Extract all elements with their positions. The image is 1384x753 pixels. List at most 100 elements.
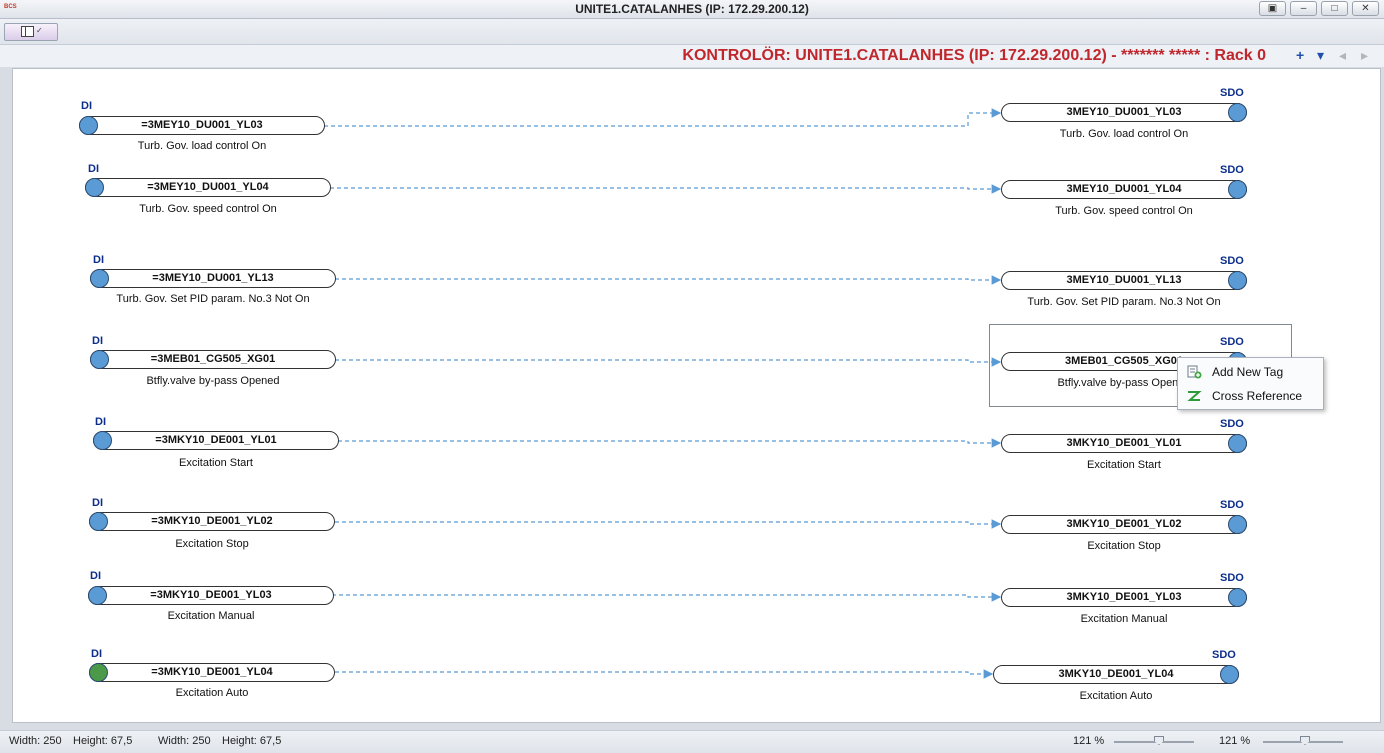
di-description: Turb. Gov. load control On xyxy=(137,140,267,152)
height-status: Height: 67,5 xyxy=(222,735,282,747)
sdo-label: SDO xyxy=(1220,164,1244,176)
di-label: DI xyxy=(88,163,99,175)
di-label: DI xyxy=(81,100,92,112)
sdo-description: Excitation Auto xyxy=(1079,690,1153,702)
di-description: Turb. Gov. Set PID param. No.3 Not On xyxy=(116,293,310,305)
di-description: Excitation Stop xyxy=(175,538,249,550)
title-bar: BCS UNITE1.CATALANHES (IP: 172.29.200.12… xyxy=(0,0,1384,19)
sdo-description: Turb. Gov. speed control On xyxy=(1055,205,1193,217)
diagram-canvas[interactable]: DI =3MEY10_DU001_YL03 Turb. Gov. load co… xyxy=(12,68,1381,723)
di-block[interactable]: =3MKY10_DE001_YL02 xyxy=(89,512,335,531)
di-tag: =3MEB01_CG505_XG01 xyxy=(150,353,276,365)
wire-8 xyxy=(335,669,994,679)
sdo-description: Excitation Manual xyxy=(1080,613,1168,625)
add-icon[interactable]: + xyxy=(1296,47,1304,63)
maximize-button[interactable]: □ xyxy=(1321,1,1348,16)
sdo-label: SDO xyxy=(1220,255,1244,267)
zoom-level: 121 % xyxy=(1219,735,1251,747)
cross-reference-label: Cross Reference xyxy=(1212,389,1303,403)
zoom-slider[interactable] xyxy=(1263,736,1343,745)
sdo-tag: 3MKY10_DE001_YL02 xyxy=(1066,518,1182,530)
sdo-label: SDO xyxy=(1220,418,1244,430)
cross-reference-icon xyxy=(1187,391,1202,401)
di-label: DI xyxy=(93,254,104,266)
cross-reference-menu-item[interactable]: Cross Reference xyxy=(1180,385,1322,407)
di-description: Excitation Auto xyxy=(175,687,249,699)
add-new-tag-label: Add New Tag xyxy=(1212,365,1284,379)
sdo-tag: 3MEY10_DU001_YL03 xyxy=(1066,106,1182,118)
dropdown-icon[interactable]: ▾ xyxy=(1317,47,1324,64)
context-menu: Add New Tag Cross Reference xyxy=(1177,357,1324,410)
controller-title: KONTROLÖR: UNITE1.CATALANHES (IP: 172.29… xyxy=(682,47,1266,64)
width-status: Width: 250 xyxy=(158,735,211,747)
sdo-tag: 3MKY10_DE001_YL04 xyxy=(1058,668,1174,680)
di-tag: =3MKY10_DE001_YL03 xyxy=(150,589,272,601)
zoom-slider-thumb[interactable] xyxy=(1300,736,1310,745)
di-block[interactable]: =3MEY10_DU001_YL03 xyxy=(79,116,325,135)
wire-2 xyxy=(330,184,1002,194)
di-label: DI xyxy=(92,497,103,509)
sdo-block[interactable]: 3MEY10_DU001_YL03 xyxy=(1001,103,1247,122)
sdo-block[interactable]: 3MKY10_DE001_YL03 xyxy=(1001,588,1247,607)
height-status: Height: 67,5 xyxy=(73,735,133,747)
sdo-label: SDO xyxy=(1212,649,1236,661)
di-description: Turb. Gov. speed control On xyxy=(139,203,277,215)
restore-button[interactable]: ▣ xyxy=(1259,1,1286,16)
zoom-slider-thumb[interactable] xyxy=(1154,736,1164,745)
di-description: Excitation Manual xyxy=(167,610,255,622)
di-tag: =3MKY10_DE001_YL04 xyxy=(151,666,273,678)
di-block[interactable]: =3MEY10_DU001_YL13 xyxy=(90,269,336,288)
di-tag: =3MKY10_DE001_YL02 xyxy=(151,515,273,527)
sdo-tag: 3MEY10_DU001_YL13 xyxy=(1066,274,1182,286)
wire-7 xyxy=(332,592,1002,602)
di-label: DI xyxy=(95,416,106,428)
sdo-label: SDO xyxy=(1220,87,1244,99)
di-block[interactable]: =3MKY10_DE001_YL03 xyxy=(88,586,334,605)
panel-icon xyxy=(21,26,34,37)
width-status: Width: 250 xyxy=(9,735,62,747)
di-label: DI xyxy=(90,570,101,582)
di-description: Btfly.valve by-pass Opened xyxy=(146,375,280,387)
di-label: DI xyxy=(91,648,102,660)
sdo-block[interactable]: 3MKY10_DE001_YL04 xyxy=(993,665,1239,684)
sdo-block[interactable]: 3MKY10_DE001_YL02 xyxy=(1001,515,1247,534)
sdo-tag: 3MEY10_DU001_YL04 xyxy=(1066,183,1182,195)
sdo-label: SDO xyxy=(1220,499,1244,511)
di-tag: =3MEY10_DU001_YL13 xyxy=(152,272,274,284)
wire-6 xyxy=(335,519,1002,529)
di-tag: =3MEY10_DU001_YL04 xyxy=(147,181,269,193)
sdo-description: Excitation Start xyxy=(1087,459,1161,471)
di-block[interactable]: =3MKY10_DE001_YL01 xyxy=(93,431,339,450)
wire-5 xyxy=(338,438,1002,448)
di-block[interactable]: =3MEB01_CG505_XG01 xyxy=(90,350,336,369)
sdo-tag: 3MKY10_DE001_YL03 xyxy=(1066,591,1182,603)
di-tag: =3MKY10_DE001_YL01 xyxy=(155,434,277,446)
minimize-button[interactable]: – xyxy=(1290,1,1317,16)
sdo-description: Excitation Stop xyxy=(1087,540,1161,552)
wire-1 xyxy=(324,108,1002,127)
prev-icon[interactable]: ◂ xyxy=(1339,47,1346,64)
sdo-block[interactable]: 3MKY10_DE001_YL01 xyxy=(1001,434,1247,453)
sdo-block[interactable]: 3MEY10_DU001_YL04 xyxy=(1001,180,1247,199)
status-bar: Width: 250 Height: 67,5 Width: 250 Heigh… xyxy=(0,730,1384,753)
sdo-block[interactable]: 3MEY10_DU001_YL13 xyxy=(1001,271,1247,290)
add-new-tag-menu-item[interactable]: Add New Tag xyxy=(1180,361,1322,383)
di-label: DI xyxy=(92,335,103,347)
close-button[interactable]: ✕ xyxy=(1352,1,1379,16)
sdo-description: Turb. Gov. load control On xyxy=(1059,128,1189,140)
zoom-level: 121 % xyxy=(1073,735,1105,747)
controller-header: KONTROLÖR: UNITE1.CATALANHES (IP: 172.29… xyxy=(0,45,1384,67)
wire-4 xyxy=(335,357,1002,367)
zoom-slider[interactable] xyxy=(1114,736,1194,745)
add-tag-icon xyxy=(1187,365,1202,379)
di-block[interactable]: =3MEY10_DU001_YL04 xyxy=(85,178,331,197)
view-menu-button[interactable]: ✓ xyxy=(4,23,58,41)
sdo-tag: 3MKY10_DE001_YL01 xyxy=(1066,437,1182,449)
di-tag: =3MEY10_DU001_YL03 xyxy=(141,119,263,131)
di-block[interactable]: =3MKY10_DE001_YL04 xyxy=(89,663,335,682)
next-icon[interactable]: ▸ xyxy=(1361,47,1368,64)
wire-3 xyxy=(335,275,1002,285)
sdo-label: SDO xyxy=(1220,336,1244,348)
di-description: Excitation Start xyxy=(179,457,253,469)
toolbar: ✓ xyxy=(0,19,1384,45)
